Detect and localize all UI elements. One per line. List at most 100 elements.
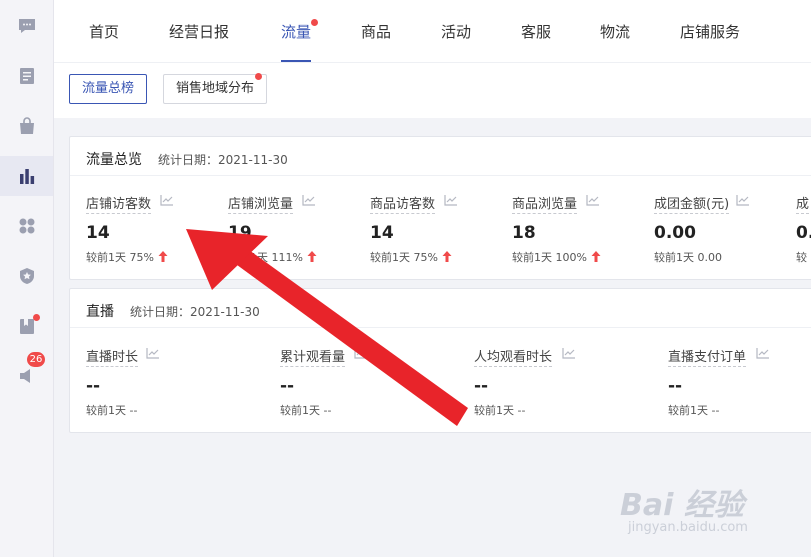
metric-label: 店铺浏览量 <box>228 193 294 214</box>
tab-label: 商品 <box>361 23 392 41</box>
watermark-url: jingyan.baidu.com <box>628 520 748 535</box>
tab-traffic[interactable]: 流量 <box>281 0 319 62</box>
metric-value: -- <box>474 376 489 396</box>
tab-label: 客服 <box>521 23 552 41</box>
trend-chart-icon[interactable] <box>562 347 576 359</box>
arrow-up-icon <box>591 251 601 262</box>
sidebar-item-security[interactable] <box>0 256 53 296</box>
metric-compare: 较前1天 -- <box>668 404 720 417</box>
arrow-up-icon <box>158 251 168 262</box>
metric-compare: 较前1天 -- <box>280 404 332 417</box>
metric-label: 直播时长 <box>86 346 139 367</box>
tab-home[interactable]: 首页 <box>89 0 119 62</box>
trend-chart-icon[interactable] <box>160 194 174 206</box>
metric-compare: 较前1天 75% <box>370 249 452 265</box>
sidebar-item-announcement[interactable]: 26 <box>0 352 53 396</box>
card-title: 流量总览 <box>86 152 142 168</box>
shield-star-icon <box>19 268 34 284</box>
bar-chart-icon <box>19 169 34 184</box>
trend-chart-icon[interactable] <box>146 347 160 359</box>
metric-label: 店铺访客数 <box>86 193 152 214</box>
metric-compare: 较前1天 0.00 <box>654 251 722 264</box>
metric-label: 累计观看量 <box>280 346 346 367</box>
metric-value: -- <box>668 376 683 396</box>
trend-chart-icon[interactable] <box>444 194 458 206</box>
metric-compare: 较前1天 -- <box>86 404 138 417</box>
sidebar-item-document[interactable] <box>0 56 53 96</box>
notification-dot <box>311 19 319 26</box>
metric-value: 18 <box>512 223 536 243</box>
document-icon <box>19 68 34 84</box>
card-header: 流量总览 统计日期：2021-11-30 <box>70 137 811 176</box>
main-content: 首页 经营日报 流量 商品 活动 客服 物流 店铺服务 流量总榜 销售地域分布 … <box>54 0 811 557</box>
metric-value: -- <box>86 376 101 396</box>
metric-compare: 较前1天 100% <box>512 249 601 265</box>
tab-label: 活动 <box>441 23 472 41</box>
sidebar: 26 <box>0 0 54 557</box>
tab-label: 经营日报 <box>169 23 230 41</box>
metric-value: 0.00 <box>654 223 696 243</box>
notification-dot <box>33 314 40 321</box>
trend-chart-icon[interactable] <box>586 194 600 206</box>
tab-label: 物流 <box>600 23 631 41</box>
speaker-icon <box>19 369 30 383</box>
compare-text: 较前1天 75% <box>86 251 154 264</box>
trend-chart-icon[interactable] <box>302 194 316 206</box>
metric-value: 14 <box>86 223 110 243</box>
tab-products[interactable]: 商品 <box>361 0 391 62</box>
chat-icon <box>18 19 35 33</box>
apps-icon <box>19 218 34 234</box>
tab-activities[interactable]: 活动 <box>441 0 471 62</box>
compare-text: 较前1天 75% <box>370 251 438 264</box>
metric-compare: 较 <box>796 251 807 264</box>
tab-logistics[interactable]: 物流 <box>600 0 630 62</box>
metric-compare: 较前1天 75% <box>86 249 168 265</box>
sales-region-button[interactable]: 销售地域分布 <box>163 73 268 104</box>
metric-label: 成团金额(元) <box>654 193 730 214</box>
metric-label: 商品访客数 <box>370 193 436 214</box>
arrow-up-icon <box>442 251 452 262</box>
metric-label: 人均观看时长 <box>474 346 553 367</box>
trend-chart-icon[interactable] <box>354 347 368 359</box>
notification-badge: 26 <box>27 352 45 367</box>
tab-label: 首页 <box>89 23 120 41</box>
sidebar-item-chat[interactable] <box>0 6 53 46</box>
shopping-bag-icon <box>19 117 34 134</box>
metric-compare: 较前1天 -- <box>474 404 526 417</box>
sidebar-item-bookmark[interactable] <box>0 306 53 346</box>
compare-text: 较前1天 111% <box>228 251 303 264</box>
stat-date: 统计日期：2021-11-30 <box>130 305 260 319</box>
tab-label: 流量 <box>281 23 312 41</box>
metric-value: 14 <box>370 223 394 243</box>
trend-chart-icon[interactable] <box>736 194 750 206</box>
metric-value: 0. <box>796 223 811 243</box>
sub-nav: 流量总榜 销售地域分布 <box>54 62 811 118</box>
top-nav: 首页 经营日报 流量 商品 活动 客服 物流 店铺服务 <box>54 0 811 62</box>
sidebar-item-apps[interactable] <box>0 206 53 246</box>
card-title: 直播 <box>86 304 114 320</box>
tab-label: 店铺服务 <box>680 23 741 41</box>
traffic-ranking-button[interactable]: 流量总榜 <box>69 74 148 104</box>
arrow-up-icon <box>307 251 317 262</box>
metric-label: 直播支付订单 <box>668 346 747 367</box>
card-header: 直播 统计日期：2021-11-30 <box>70 289 811 328</box>
sidebar-item-shop[interactable] <box>0 106 53 146</box>
traffic-overview-card: 流量总览 统计日期：2021-11-30 店铺访客数 14 较前1天 75% 店… <box>69 136 811 280</box>
tab-daily-report[interactable]: 经营日报 <box>169 0 229 62</box>
live-stream-card: 直播 统计日期：2021-11-30 直播时长 -- 较前1天 -- 累计观看量… <box>69 288 811 433</box>
compare-text: 较前1天 100% <box>512 251 587 264</box>
metric-value: -- <box>280 376 295 396</box>
watermark-logo: Bai 经验 <box>620 488 744 523</box>
metric-value: 19 <box>228 223 252 243</box>
watermark: Bai 经验 jingyan.baidu.com <box>620 480 748 535</box>
button-label: 销售地域分布 <box>176 81 255 96</box>
trend-chart-icon[interactable] <box>756 347 770 359</box>
notification-dot <box>255 73 263 80</box>
sidebar-item-data[interactable] <box>0 156 53 196</box>
tab-store-services[interactable]: 店铺服务 <box>680 0 740 62</box>
metric-label: 商品浏览量 <box>512 193 578 214</box>
stat-date: 统计日期：2021-11-30 <box>158 153 288 167</box>
tab-customer-service[interactable]: 客服 <box>521 0 551 62</box>
metric-label: 成 <box>796 193 810 214</box>
metric-compare: 较前1天 111% <box>228 249 317 265</box>
